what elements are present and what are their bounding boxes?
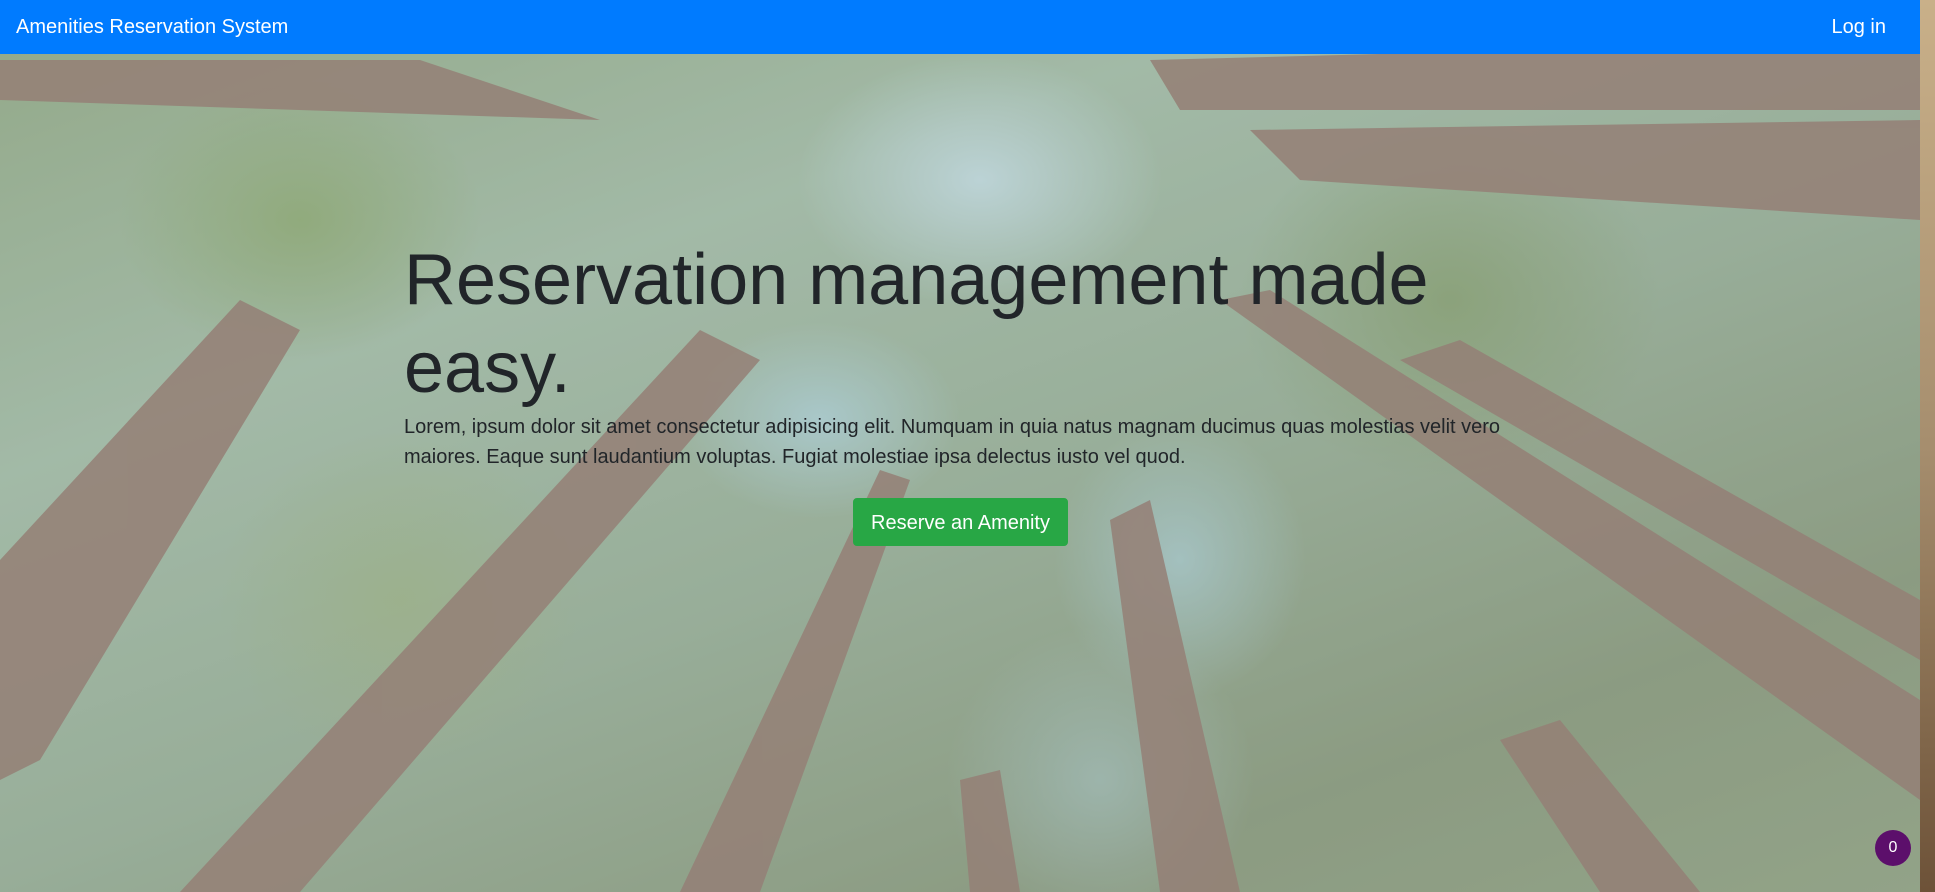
login-link[interactable]: Log in bbox=[1832, 16, 1887, 39]
page: Amenities Reservation System Log in Rese… bbox=[0, 0, 1935, 892]
hero-description: Lorem, ipsum dolor sit amet consectetur … bbox=[404, 416, 1501, 468]
badge-count: 0 bbox=[1888, 839, 1898, 856]
reserve-amenity-button[interactable]: Reserve an Amenity bbox=[853, 498, 1068, 546]
hero-section: Reservation management made easy. Lorem,… bbox=[404, 236, 1524, 472]
right-edge-strip bbox=[1920, 0, 1935, 892]
top-navbar: Amenities Reservation System Log in bbox=[0, 0, 1920, 54]
hero-title: Reservation management made easy. bbox=[404, 240, 1429, 408]
cta-wrapper: Reserve an Amenity bbox=[853, 498, 1068, 546]
brand-link[interactable]: Amenities Reservation System bbox=[16, 16, 288, 39]
floating-count-badge[interactable]: 0 bbox=[1875, 830, 1911, 866]
